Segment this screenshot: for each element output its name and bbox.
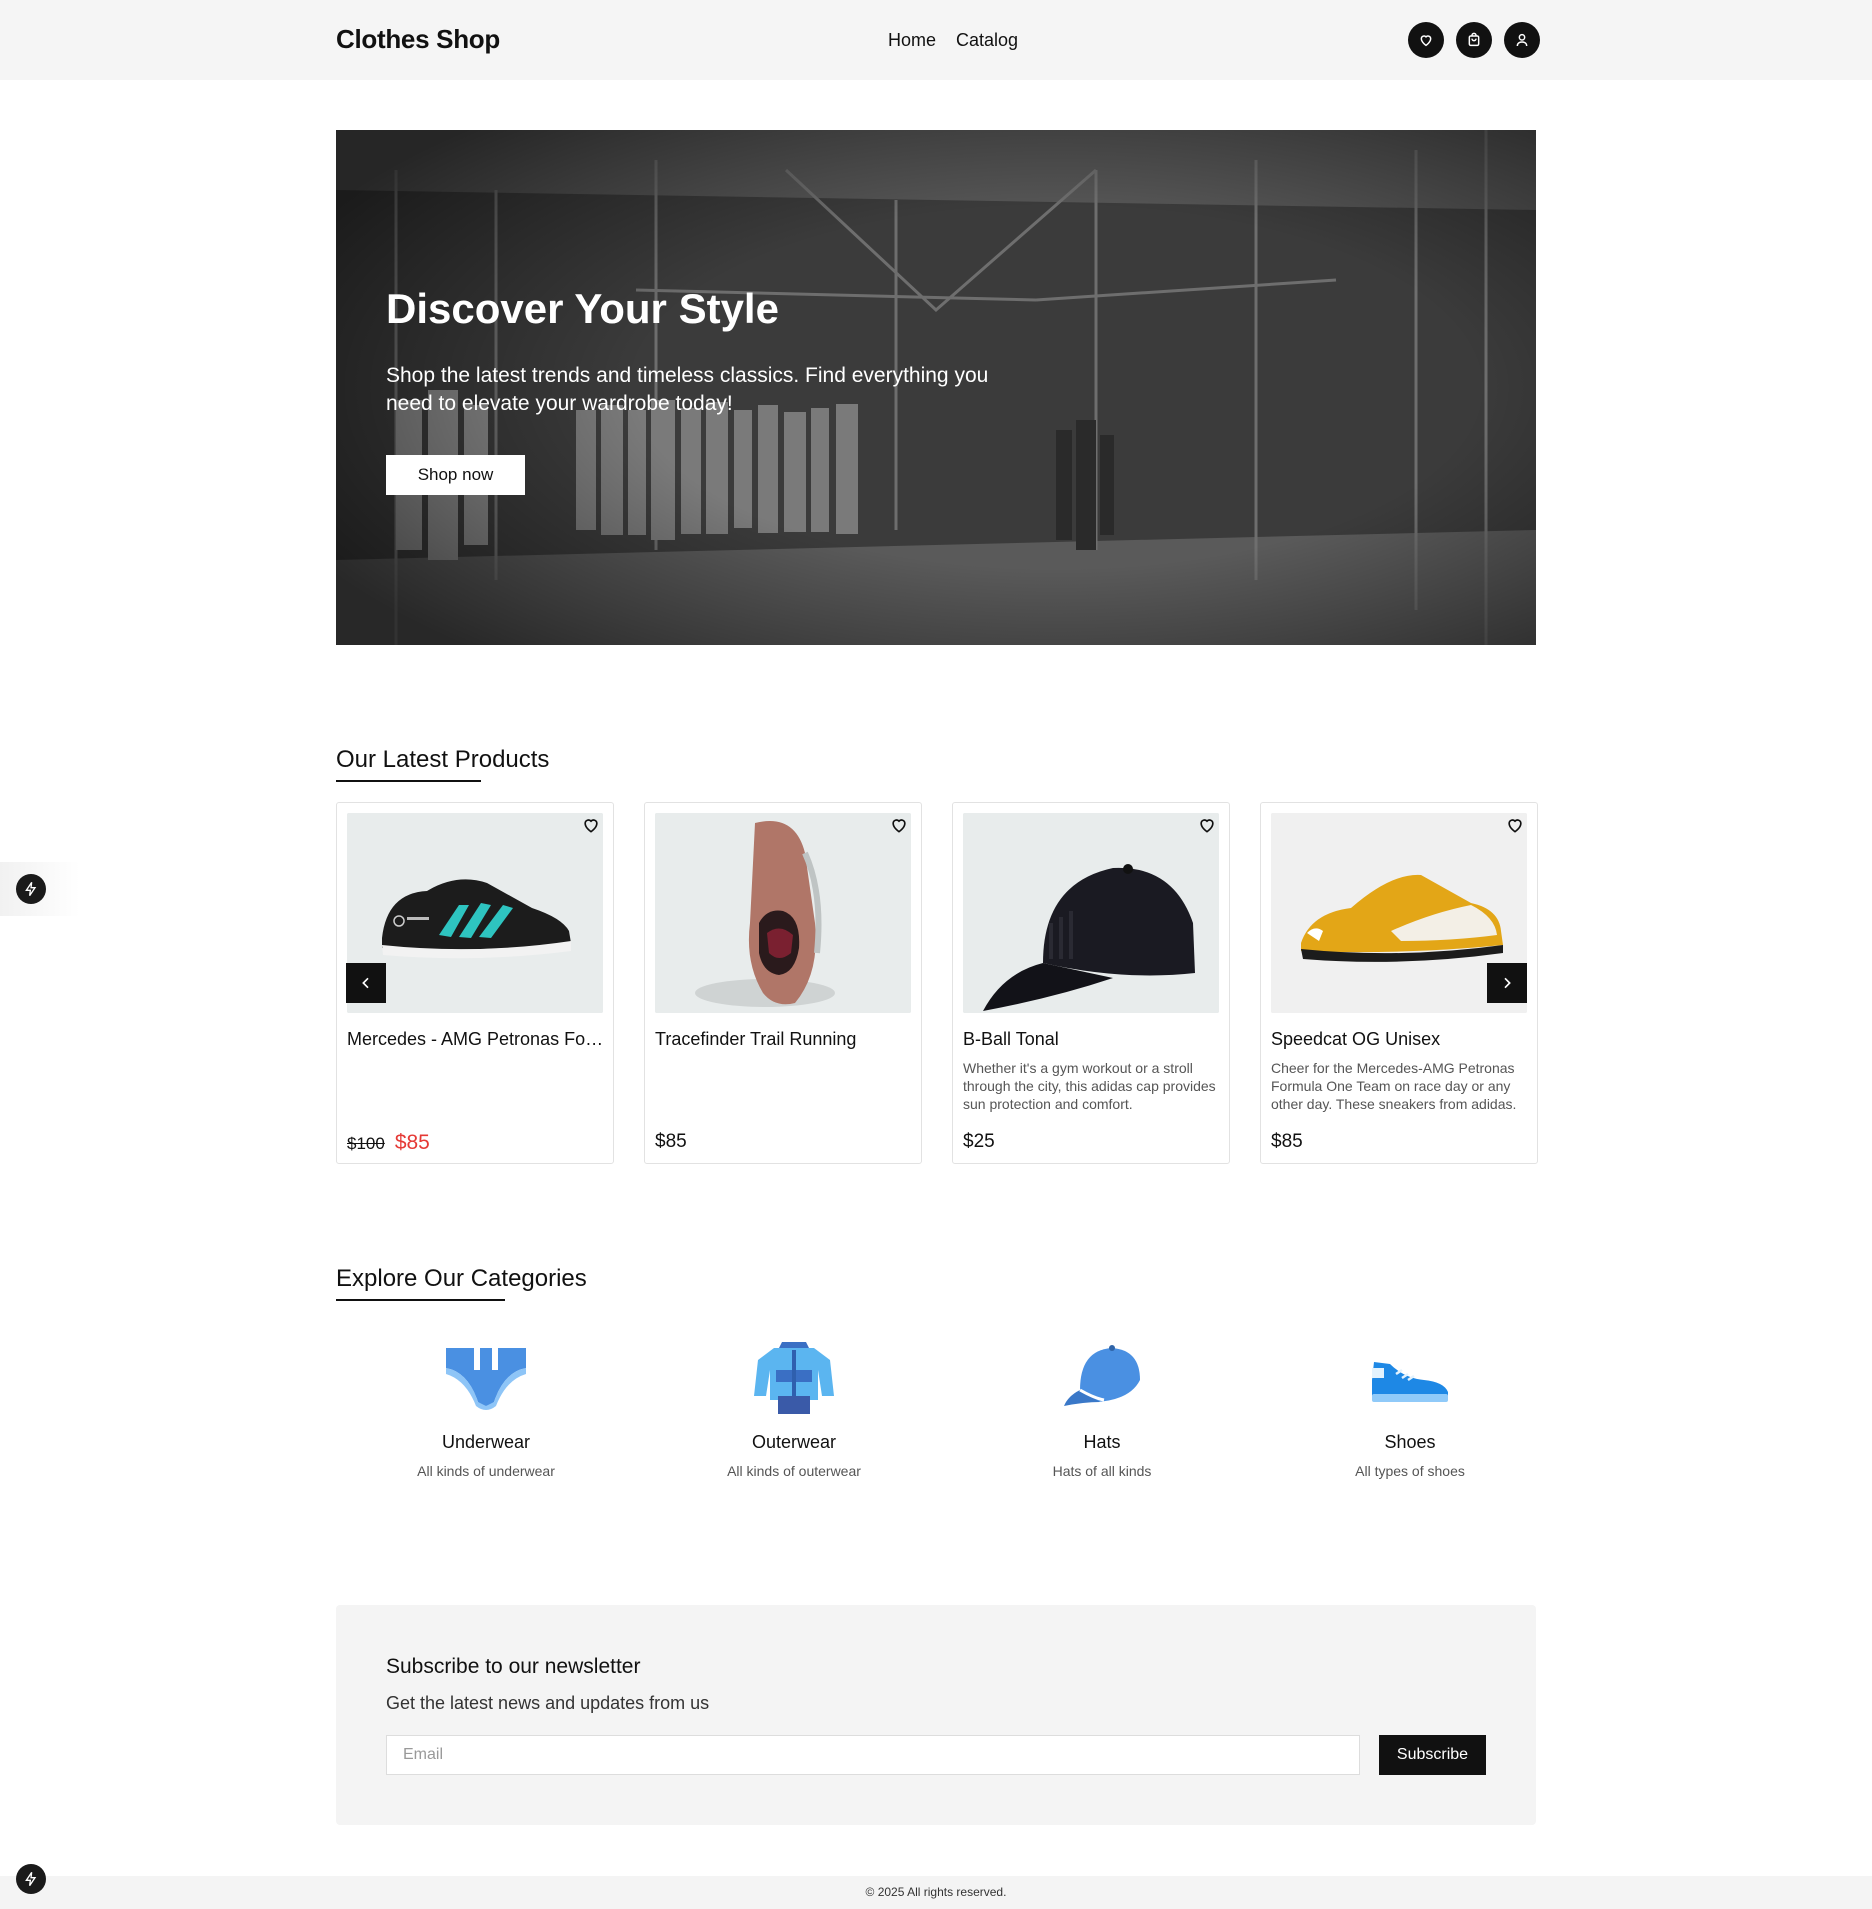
shop-now-button[interactable]: Shop now	[386, 455, 525, 495]
dev-tools-button[interactable]	[16, 1864, 46, 1894]
category-description: All types of shoes	[1355, 1463, 1465, 1479]
product-image	[963, 813, 1219, 1013]
category-description: All kinds of outerwear	[727, 1463, 861, 1479]
heart-icon	[1420, 35, 1432, 47]
shopping-bag-icon	[1468, 32, 1480, 47]
category-name: Underwear	[441, 1432, 531, 1452]
price: $25	[963, 1131, 995, 1152]
lightning-icon	[25, 1871, 37, 1887]
user-icon	[1516, 33, 1528, 47]
heart-icon[interactable]	[889, 815, 909, 835]
product-price: $100 $85	[347, 1131, 430, 1155]
price: $85	[655, 1131, 687, 1152]
jacket-icon	[754, 1342, 834, 1414]
cart-button[interactable]	[1456, 22, 1492, 58]
category-shoes[interactable]: Shoes All types of shoes	[1260, 1340, 1560, 1479]
nav-catalog-link[interactable]: Catalog	[956, 30, 1018, 51]
site-header: Clothes Shop Home Catalog	[0, 0, 1872, 80]
product-card[interactable]: Tracefinder Trail Running $85	[644, 802, 922, 1164]
product-description: Whether it's a gym workout or a stroll t…	[963, 1060, 1216, 1112]
shoe-icon	[1372, 1362, 1448, 1402]
product-image	[655, 813, 911, 1013]
newsletter-subtitle: Get the latest news and updates from us	[386, 1693, 710, 1713]
heart-icon[interactable]	[581, 815, 601, 835]
product-description: Cheer for the Mercedes-AMG Petronas Form…	[1271, 1060, 1517, 1112]
email-input[interactable]	[386, 1735, 1360, 1775]
underwear-icon	[446, 1348, 526, 1410]
category-description: Hats of all kinds	[1052, 1463, 1152, 1479]
category-hats[interactable]: Hats Hats of all kinds	[952, 1340, 1252, 1479]
lightning-icon	[25, 881, 37, 897]
product-name[interactable]: Speedcat OG Unisex	[1271, 1029, 1529, 1050]
copyright-text: © 2025 All rights reserved.	[865, 1885, 1007, 1899]
carousel-prev-button[interactable]	[346, 963, 386, 1003]
product-price: $85	[655, 1131, 687, 1153]
category-outerwear[interactable]: Outerwear All kinds of outerwear	[644, 1340, 944, 1479]
product-name[interactable]: B-Ball Tonal	[963, 1029, 1221, 1050]
newsletter-section: Subscribe to our newsletter Get the late…	[336, 1605, 1536, 1825]
subscribe-button[interactable]: Subscribe	[1379, 1735, 1486, 1775]
hero-title: Discover Your Style	[386, 285, 779, 332]
price: $85	[1271, 1131, 1303, 1152]
site-footer: © 2025 All rights reserved.	[0, 1876, 1872, 1909]
product-price: $85	[1271, 1131, 1303, 1153]
chevron-left-icon	[362, 977, 369, 989]
account-button[interactable]	[1504, 22, 1540, 58]
categories-grid: Underwear All kinds of underwear Outerwe…	[336, 1340, 1536, 1490]
carousel-next-button[interactable]	[1487, 963, 1527, 1003]
category-underwear[interactable]: Underwear All kinds of underwear	[336, 1340, 636, 1479]
heart-icon[interactable]	[1197, 815, 1217, 835]
products-carousel: Mercedes - AMG Petronas Formula One Team…	[336, 802, 1538, 1164]
product-card[interactable]: Mercedes - AMG Petronas Formula One Team…	[336, 802, 614, 1164]
categories-heading: Explore Our Categories	[336, 1265, 587, 1301]
category-name: Shoes	[1384, 1432, 1436, 1452]
site-logo[interactable]: Clothes Shop	[336, 24, 500, 55]
heart-icon[interactable]	[1505, 815, 1525, 835]
product-name[interactable]: Tracefinder Trail Running	[655, 1029, 913, 1050]
product-card[interactable]: B-Ball Tonal Whether it's a gym workout …	[952, 802, 1230, 1164]
category-description: All kinds of underwear	[417, 1463, 555, 1479]
original-price: $100	[347, 1134, 385, 1153]
wishlist-button[interactable]	[1408, 22, 1444, 58]
hero-banner: Discover Your Style Shop the latest tren…	[336, 130, 1536, 645]
black-cap-image	[963, 813, 1219, 1013]
latest-products-heading: Our Latest Products	[336, 746, 550, 782]
sale-price: $85	[394, 1131, 430, 1154]
category-name: Hats	[1083, 1432, 1121, 1452]
newsletter-title: Subscribe to our newsletter	[386, 1655, 641, 1678]
product-card[interactable]: Speedcat OG Unisex Cheer for the Mercede…	[1260, 802, 1538, 1164]
category-name: Outerwear	[751, 1432, 837, 1452]
header-actions	[1408, 22, 1540, 58]
product-name[interactable]: Mercedes - AMG Petronas Formula One Team…	[347, 1029, 605, 1050]
chevron-right-icon	[1504, 977, 1511, 989]
nav-home-link[interactable]: Home	[888, 30, 936, 51]
product-price: $25	[963, 1131, 995, 1153]
pink-trail-shoe-image	[655, 813, 911, 1013]
hat-icon	[1064, 1345, 1140, 1406]
hero-subtitle: Shop the latest trends and timeless clas…	[386, 364, 989, 415]
dev-tools-button[interactable]	[16, 874, 46, 904]
main-nav: Home Catalog	[888, 30, 1018, 51]
